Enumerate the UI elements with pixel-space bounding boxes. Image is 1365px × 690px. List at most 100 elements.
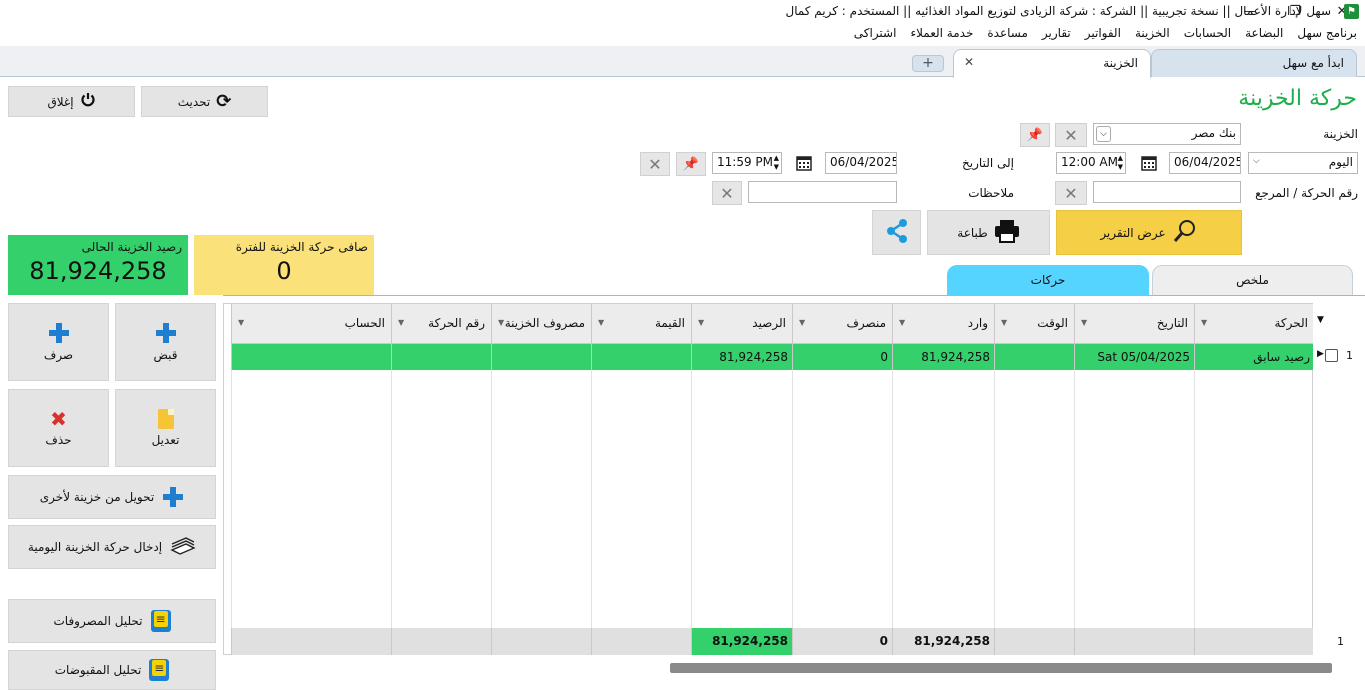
filter-caret-icon[interactable]: ▼ [799,318,805,327]
filter-caret-icon[interactable]: ▼ [1081,318,1087,327]
print-button[interactable]: طباعة [927,210,1050,255]
table-cell-account[interactable] [231,344,391,370]
clear-reference-button[interactable]: ✕ [1055,181,1087,205]
menu-item-2[interactable]: الحسابات [1184,26,1231,40]
column-header-expense[interactable]: مصروف الخزينة ▼ [491,304,591,344]
filter-caret-icon[interactable]: ▼ [238,318,244,327]
daily-entry-button[interactable]: إدخال حركة الخزينة اليومية [8,525,216,569]
menu-item-7[interactable]: خدمة العملاء [910,26,973,40]
notes-input[interactable] [748,181,897,203]
column-header-value[interactable]: القيمة ▼ [591,304,691,344]
reference-input[interactable] [1093,181,1241,203]
refresh-button[interactable]: ⟳ تحديث [141,86,268,117]
column-header-label: التاريخ [1156,316,1188,330]
refresh-button-label: تحديث [177,94,211,109]
chevron-down-icon[interactable]: ⌵ [1253,156,1260,166]
footer-cell-outgoing: 0 [792,628,892,655]
add-tab-button[interactable]: + [912,55,944,72]
pay-label: صرف [43,348,74,362]
menu-item-8[interactable]: اشتراكى [854,26,897,40]
column-header-outgoing[interactable]: منصرف ▼ [792,304,892,344]
tab-treasury[interactable]: الخزينة ✕ [953,49,1151,78]
title-bar: — ❐ ✕ سهل لإدارة الأعمال || نسخة تجريبية… [0,0,1365,24]
column-header-date[interactable]: التاريخ ▼ [1074,304,1194,344]
period-select-value: اليوم [1328,155,1353,169]
delete-button[interactable]: ✖ حذف [8,389,109,467]
column-chooser-icon[interactable]: ▼ [1317,315,1324,325]
tab-start-with-sahl[interactable]: ابدأ مع سهل [1151,49,1357,77]
table-cell-outgoing[interactable]: 0 [792,344,892,370]
menu-item-6[interactable]: مساعدة [987,26,1028,40]
receipt-analysis-button[interactable]: تحليل المقبوضات [8,650,216,690]
tab-summary[interactable]: ملخص [1152,265,1353,295]
from-date-input[interactable]: 06/04/2025 [1169,152,1241,174]
column-header-label: وارد [967,316,988,330]
to-time-input[interactable]: 11:59 PM ▲ ▼ [712,152,782,174]
footer-cell-movement [1194,628,1314,655]
close-button-label: إغلاق [47,94,74,109]
menu-item-0[interactable]: برنامج سهل [1297,26,1357,40]
table-cell-balance[interactable]: 81,924,258 [691,344,792,370]
edit-button[interactable]: تعديل [115,389,216,467]
calendar-icon[interactable] [790,152,818,174]
time-spinner-icon[interactable]: ▲ ▼ [1118,154,1123,172]
footer-cell-expense [491,628,591,655]
chevron-down-icon[interactable]: ⌵ [1096,126,1111,142]
clear-treasury-button[interactable]: ✕ [1055,123,1087,147]
row-checkbox[interactable] [1325,349,1338,362]
clear-notes-button[interactable]: ✕ [712,181,742,205]
period-net-label: صافى حركة الخزينة للفترة [235,240,368,254]
expense-analysis-button[interactable]: تحليل المصروفات [8,599,216,643]
menu-item-1[interactable]: البضاعة [1245,26,1283,40]
table-cell-incoming[interactable]: 81,924,258 [892,344,994,370]
column-header-number[interactable]: رقم الحركة ▼ [391,304,491,344]
menu-item-5[interactable]: تقارير [1042,26,1071,40]
tab-movements[interactable]: حركات [947,265,1149,295]
horizontal-scrollbar-thumb[interactable] [670,663,1332,673]
filter-caret-icon[interactable]: ▼ [1001,318,1007,327]
from-time-input[interactable]: 12:00 AM ▲ ▼ [1056,152,1126,174]
table-cell-expense[interactable] [491,344,591,370]
share-button[interactable] [872,210,921,255]
treasury-select[interactable]: بنك مصر ⌵ [1093,123,1241,145]
column-header-movement[interactable]: الحركة ▼ [1194,304,1314,344]
column-divider [1194,370,1195,628]
clear-date-button[interactable]: ✕ [640,152,670,176]
table-cell-value[interactable] [591,344,691,370]
filter-caret-icon[interactable]: ▼ [598,318,604,327]
table-cell-date[interactable]: Sat 05/04/2025 [1074,344,1194,370]
filter-caret-icon[interactable]: ▼ [398,318,404,327]
pin-treasury-button[interactable]: 📌 [1020,123,1050,147]
column-header-incoming[interactable]: وارد ▼ [892,304,994,344]
column-header-balance[interactable]: الرصيد ▼ [691,304,792,344]
column-header-label: الحساب [344,316,385,330]
transfer-button[interactable]: تحويل من خزينة لأخرى [8,475,216,519]
column-header-label: القيمة [654,316,685,330]
reference-label: رقم الحركة / المرجع [1255,186,1358,200]
to-date-label: إلى التاريخ [962,156,1014,170]
filter-caret-icon[interactable]: ▼ [899,318,905,327]
close-button[interactable]: إغلاق [8,86,135,117]
pin-date-button[interactable]: 📌 [676,152,706,176]
pay-button[interactable]: صرف [8,303,109,381]
close-tab-icon[interactable]: ✕ [964,55,974,69]
menu-bar: برنامج سهل البضاعة الحسابات الخزينة الفواتير… [0,24,1365,46]
filter-caret-icon[interactable]: ▼ [1201,318,1207,327]
table-cell-time[interactable] [994,344,1074,370]
receive-button[interactable]: قبض [115,303,216,381]
filter-caret-icon[interactable]: ▼ [498,318,504,327]
table-cell-number[interactable] [391,344,491,370]
table-cell-movement[interactable]: رصيد سابق [1194,344,1314,370]
period-select[interactable]: اليوم ⌵ [1248,152,1358,174]
tab-summary-label: ملخص [1236,273,1269,287]
filter-caret-icon[interactable]: ▼ [698,318,704,327]
column-header-time[interactable]: الوقت ▼ [994,304,1074,344]
footer-cell-time [994,628,1074,655]
menu-item-4[interactable]: الفواتير [1085,26,1121,40]
menu-item-3[interactable]: الخزينة [1135,26,1170,40]
to-date-input[interactable]: 06/04/2025 [825,152,897,174]
column-header-account[interactable]: الحساب ▼ [231,304,391,344]
time-spinner-icon[interactable]: ▲ ▼ [774,154,779,172]
calendar-icon[interactable] [1135,152,1163,174]
show-report-button[interactable]: عرض التقرير [1056,210,1242,255]
